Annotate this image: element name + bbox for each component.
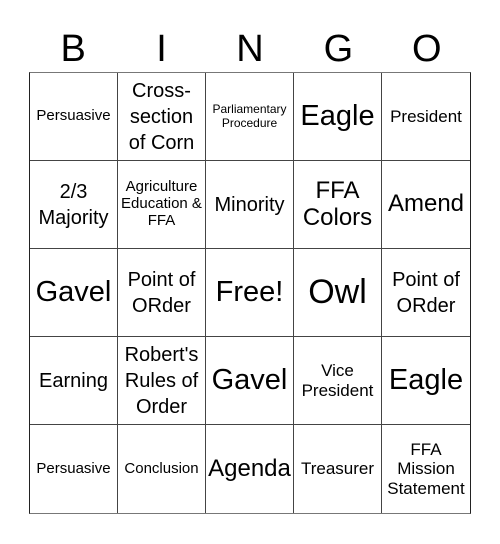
bingo-cell[interactable]: Conclusion xyxy=(118,425,206,513)
bingo-cell[interactable]: Point of ORder xyxy=(382,249,470,337)
bingo-cell[interactable]: Gavel xyxy=(30,249,118,337)
bingo-board: Persuasive Cross-section of Corn Parliam… xyxy=(29,72,471,514)
bingo-cell[interactable]: Cross-section of Corn xyxy=(118,73,206,161)
header-letter-g: G xyxy=(323,28,354,70)
bingo-cell[interactable]: Eagle xyxy=(294,73,382,161)
bingo-cell[interactable]: Eagle xyxy=(382,337,470,425)
free-space-cell[interactable]: Free! xyxy=(206,249,294,337)
bingo-cell[interactable]: Gavel xyxy=(206,337,294,425)
bingo-cell[interactable]: 2/3 Majority xyxy=(30,161,118,249)
header-letter-n: N xyxy=(236,28,264,70)
bingo-cell[interactable]: FFA Colors xyxy=(294,161,382,249)
bingo-header: B I N G O xyxy=(29,26,471,72)
bingo-cell[interactable]: Persuasive xyxy=(30,73,118,161)
bingo-cell[interactable]: President xyxy=(382,73,470,161)
bingo-cell[interactable]: Amend xyxy=(382,161,470,249)
bingo-cell[interactable]: Vice President xyxy=(294,337,382,425)
bingo-cell[interactable]: Persuasive xyxy=(30,425,118,513)
bingo-cell[interactable]: Robert's Rules of Order xyxy=(118,337,206,425)
bingo-cell[interactable]: Minority xyxy=(206,161,294,249)
bingo-cell[interactable]: Point of ORder xyxy=(118,249,206,337)
bingo-cell[interactable]: Treasurer xyxy=(294,425,382,513)
bingo-cell[interactable]: Earning xyxy=(30,337,118,425)
bingo-cell[interactable]: FFA Mission Statement xyxy=(382,425,470,513)
bingo-cell[interactable]: Agenda xyxy=(206,425,294,513)
header-letter-o: O xyxy=(411,28,442,70)
header-letter-b: B xyxy=(60,28,86,70)
bingo-cell[interactable]: Agriculture Education & FFA xyxy=(118,161,206,249)
bingo-cell[interactable]: Owl xyxy=(294,249,382,337)
bingo-cell[interactable]: Parliamentary Procedure xyxy=(206,73,294,161)
header-letter-i: I xyxy=(156,28,167,70)
